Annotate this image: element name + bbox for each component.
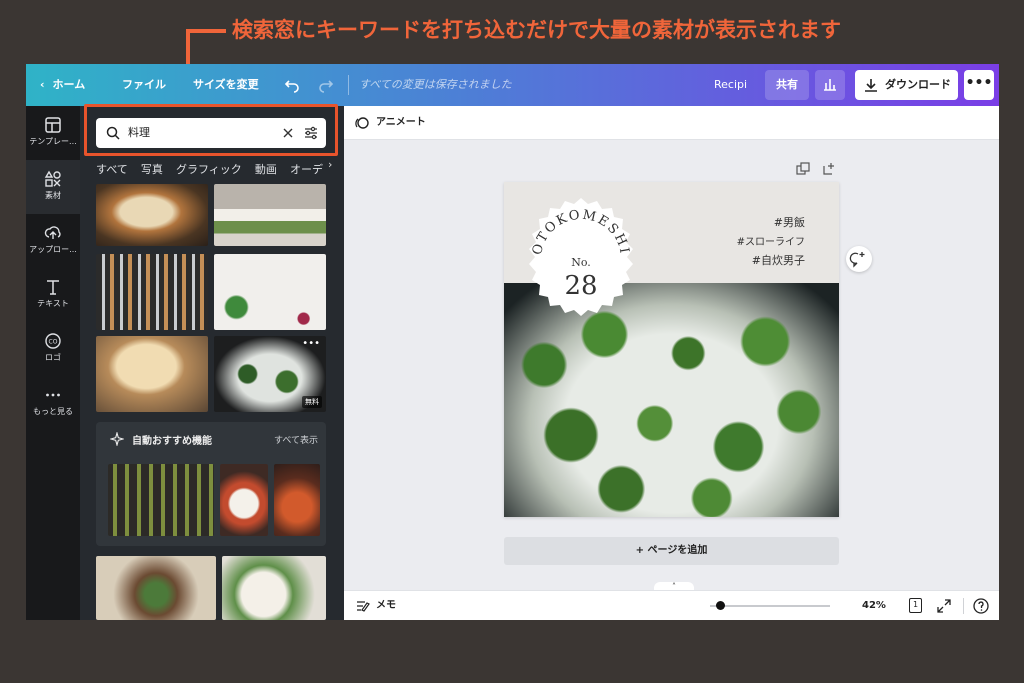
result-photo[interactable]: ••• 無料 [214, 336, 326, 412]
upload-icon [44, 226, 61, 239]
comment-add-icon [849, 252, 865, 268]
page-count: 1 [912, 600, 919, 609]
canvas-photo-broccoli[interactable] [504, 283, 839, 517]
left-rail: テンプレー... 素材 アップロー... テキスト CO ロゴ もっと見る [26, 106, 80, 620]
download-button[interactable]: ダウンロード [855, 70, 958, 100]
zoom-slider[interactable] [710, 601, 830, 610]
design-canvas[interactable]: OTOKOMESHI No. 28 #男飯 #スローライフ #自炊男子 [504, 182, 839, 517]
zoom-level[interactable]: 42% [862, 591, 886, 620]
recommend-photo[interactable] [274, 464, 320, 536]
duplicate-page-icon[interactable] [796, 162, 810, 176]
tab-graphics[interactable]: グラフィック [176, 161, 242, 180]
top-bar: ‹ ホーム ファイル サイズを変更 すべての変更は保存されました Recipi 共… [26, 64, 999, 106]
tab-audio[interactable]: オーデ [290, 161, 323, 180]
rail-item-logo[interactable]: CO ロゴ [26, 322, 80, 376]
template-icon [45, 117, 61, 133]
auto-recommend-section: 自動おすすめ機能 すべて表示 [96, 422, 326, 546]
animate-icon[interactable] [354, 115, 370, 131]
search-highlight-box [84, 104, 338, 156]
add-page-icon[interactable] [822, 162, 836, 176]
resize-button[interactable]: サイズを変更 [193, 64, 259, 106]
undo-icon [284, 80, 299, 93]
hashtag-3: #自炊男子 [751, 254, 805, 267]
comment-button[interactable] [846, 246, 872, 272]
result-photo[interactable] [96, 184, 208, 246]
design-name[interactable]: Recipi [714, 64, 747, 106]
stamp-badge: OTOKOMESHI No. 28 [529, 198, 633, 316]
add-page-button[interactable]: + ページを追加 [504, 537, 839, 565]
insights-button[interactable] [815, 70, 845, 100]
home-button[interactable]: ‹ ホーム [40, 64, 85, 106]
sparkle-icon [110, 432, 124, 446]
undo-button[interactable] [284, 64, 300, 106]
tab-all[interactable]: すべて [96, 161, 128, 180]
result-photo[interactable] [96, 556, 216, 620]
rail-item-elements[interactable]: 素材 [26, 160, 80, 214]
elements-panel: 料理 すべて 写真 グラフィック 動画 オーデ › ••• 無料 自動おすすめ機… [80, 106, 344, 620]
hashtag-2: #スローライフ [736, 237, 805, 248]
stamp-number: 28 [564, 271, 597, 301]
text-icon [47, 280, 59, 295]
rail-item-more[interactable]: もっと見る [26, 376, 80, 430]
elements-icon [44, 170, 61, 187]
more-icon[interactable]: ••• [302, 338, 320, 349]
svg-text:CO: CO [49, 339, 58, 346]
divider [348, 75, 349, 95]
see-all-link[interactable]: すべて表示 [274, 433, 318, 446]
divider [963, 598, 964, 614]
help-icon[interactable] [973, 598, 989, 614]
tabs-scroll-right-icon[interactable]: › [328, 158, 332, 171]
redo-icon [319, 80, 334, 93]
editor-area: アニメート OTOKOMESHI No. 28 #男飯 #スローライフ #自炊男… [344, 106, 999, 620]
recommend-photo[interactable] [108, 464, 214, 536]
rail-item-uploads[interactable]: アップロー... [26, 214, 80, 268]
result-photo[interactable] [214, 184, 326, 246]
logo-icon: CO [45, 333, 61, 349]
result-photo[interactable] [222, 556, 326, 620]
fullscreen-icon[interactable] [937, 599, 951, 613]
bottom-bar: メモ 42% 1 [344, 590, 999, 620]
page-count-button[interactable]: 1 [909, 598, 922, 613]
rail-item-templates[interactable]: テンプレー... [26, 106, 80, 160]
share-button[interactable]: 共有 [765, 70, 809, 100]
hashtag-1: #男飯 [773, 216, 805, 229]
redo-button[interactable] [318, 64, 334, 106]
file-menu[interactable]: ファイル [122, 64, 166, 106]
annotation-caption: 検索窓にキーワードを打ち込むだけで大量の素材が表示されます [232, 18, 841, 42]
recommend-photo[interactable] [220, 464, 268, 536]
more-icon [46, 393, 60, 397]
free-badge: 無料 [302, 396, 322, 408]
result-photo[interactable] [96, 254, 208, 330]
editor-toolbar: アニメート [344, 106, 999, 140]
notes-button[interactable]: メモ [376, 591, 396, 620]
search-tabs: すべて 写真 グラフィック 動画 オーデ [96, 158, 336, 180]
result-photo[interactable] [214, 254, 326, 330]
annotation-arrow-line [186, 29, 226, 33]
zoom-slider-handle[interactable] [715, 601, 725, 610]
download-icon [865, 79, 877, 92]
notes-icon[interactable] [356, 599, 370, 613]
stamp-no: No. [571, 256, 591, 269]
tab-videos[interactable]: 動画 [255, 161, 277, 180]
tab-photos[interactable]: 写真 [141, 161, 163, 180]
chevron-left-icon: ‹ [40, 78, 45, 91]
animate-button[interactable]: アニメート [376, 106, 426, 140]
result-photo[interactable] [96, 336, 208, 412]
more-options-button[interactable]: ••• [964, 70, 994, 100]
rail-item-text[interactable]: テキスト [26, 268, 80, 322]
bar-chart-icon [824, 79, 836, 91]
save-status: すべての変更は保存されました [359, 78, 512, 91]
